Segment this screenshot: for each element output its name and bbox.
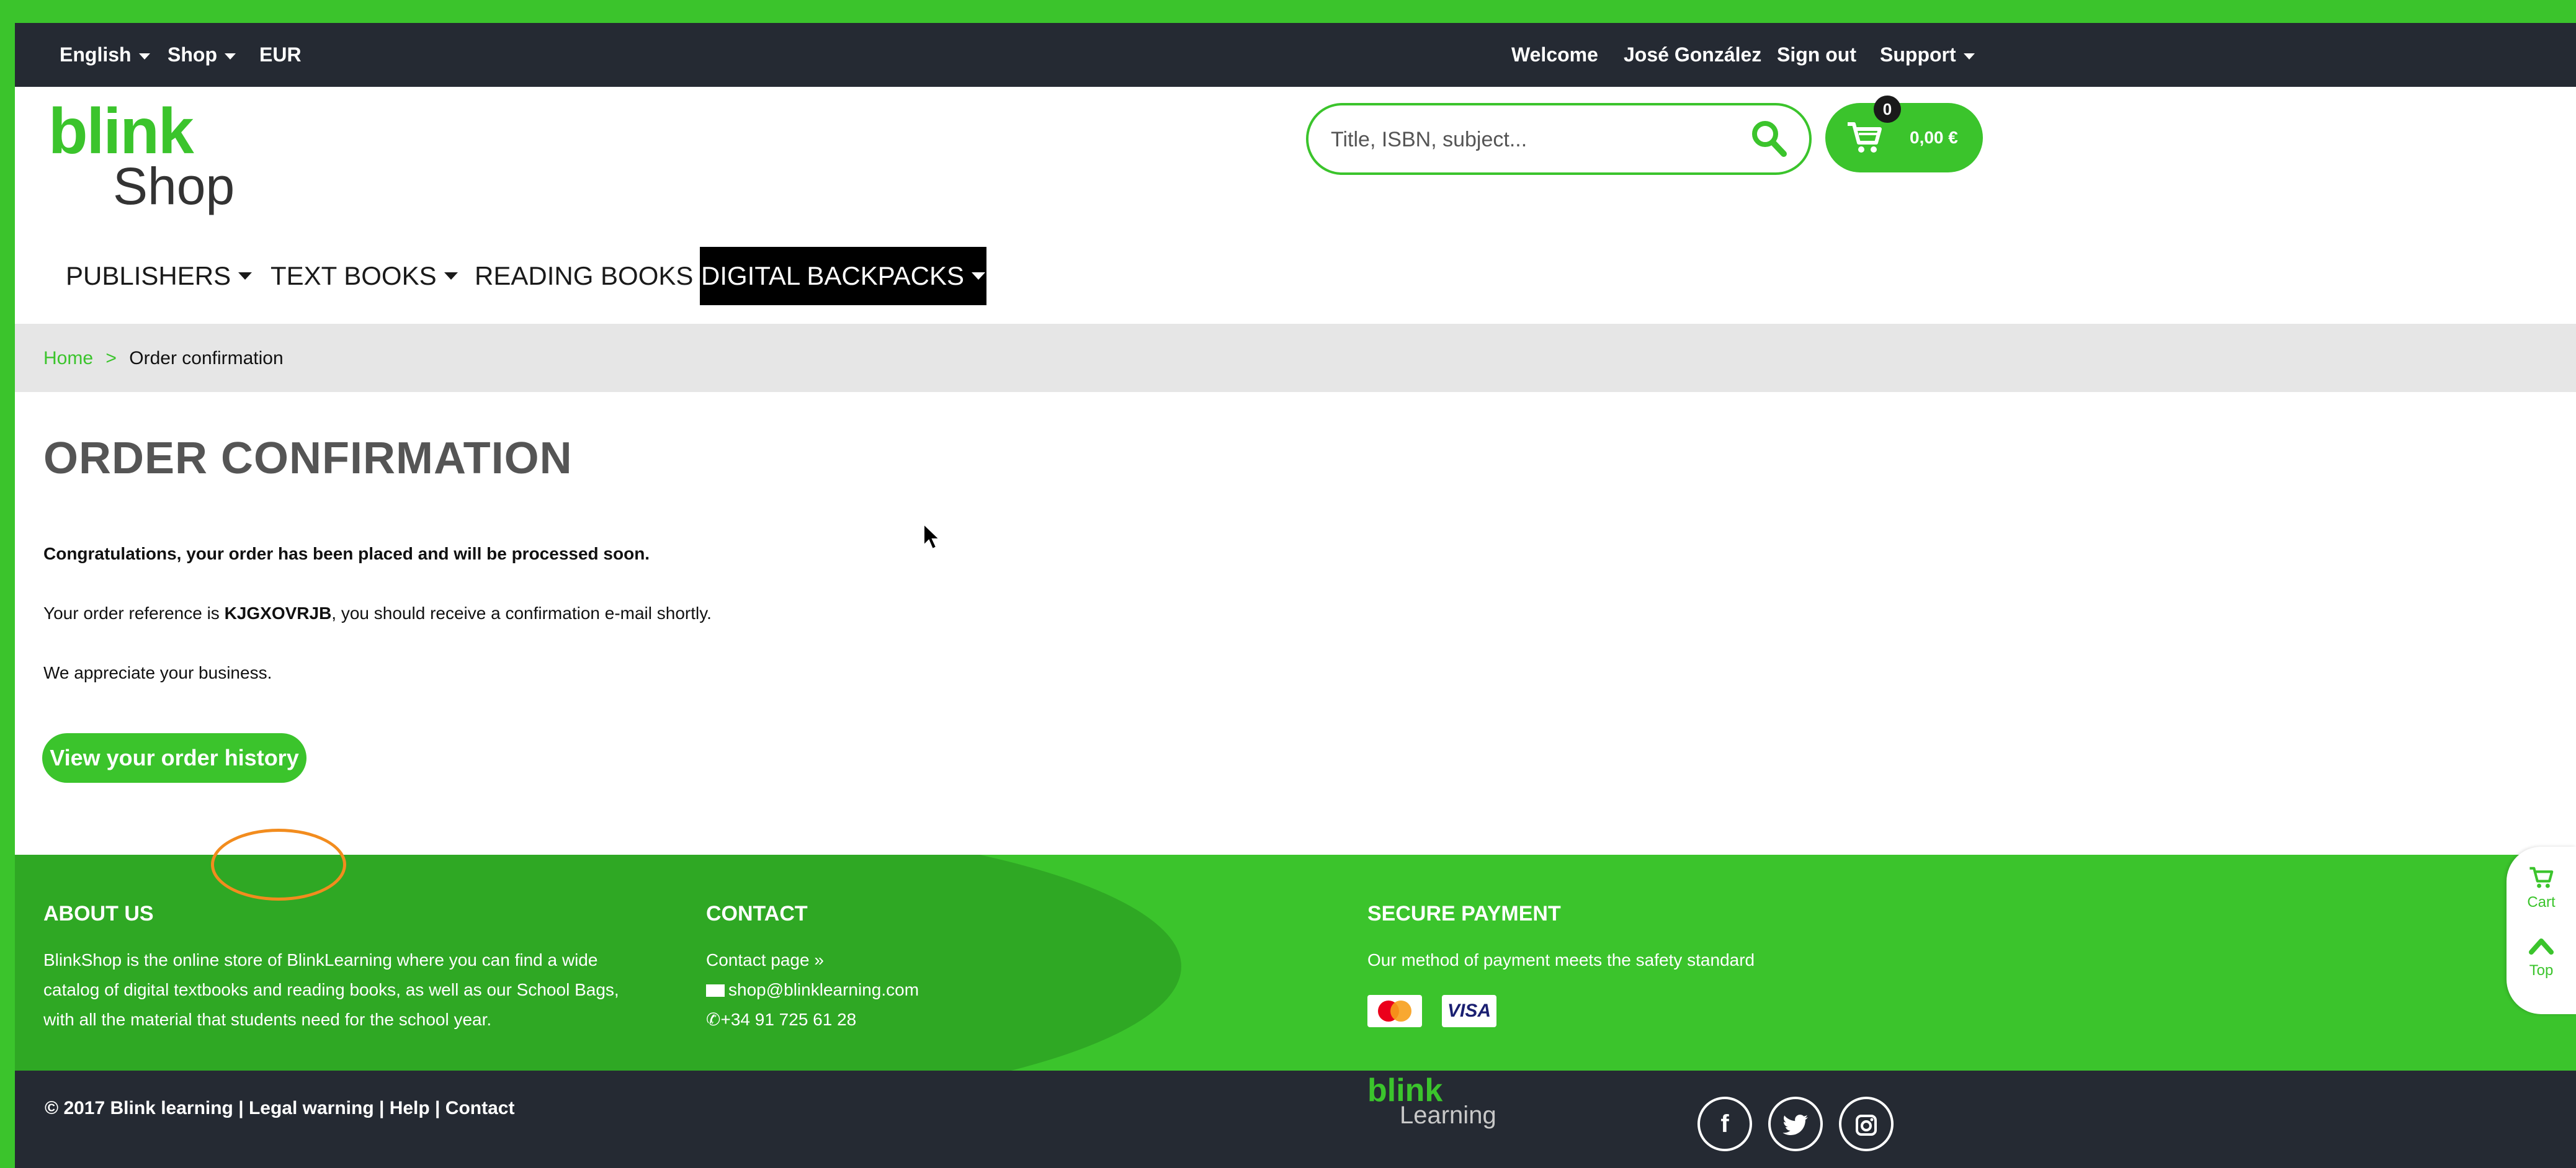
language-dropdown[interactable]: English [60, 23, 150, 87]
contact-phone-row: ✆+34 91 725 61 28 [706, 1005, 919, 1035]
caret-down-icon [138, 53, 150, 60]
nav-digital-backpacks[interactable]: DIGITAL BACKPACKS [700, 247, 986, 305]
language-label: English [60, 43, 132, 66]
footer: ABOUT US BlinkShop is the online store o… [15, 855, 2576, 1071]
appreciate-message: We appreciate your business. [43, 663, 272, 682]
contact-email-link[interactable]: shop@blinklearning.com [728, 980, 919, 999]
annotation-highlight-ellipse [211, 829, 346, 901]
search-box [1306, 103, 1812, 175]
contact-email-row: shop@blinklearning.com [706, 975, 919, 1005]
side-top-label: Top [2529, 962, 2554, 979]
nav-text-books[interactable]: TEXT BOOKS [271, 248, 458, 304]
side-cart-label: Cart [2527, 894, 2556, 911]
page-title: ORDER CONFIRMATION [43, 434, 573, 483]
search-input[interactable] [1330, 118, 1717, 161]
blink-learning-subtitle: Learning [1400, 1102, 1496, 1129]
about-us-text: BlinkShop is the online store of BlinkLe… [43, 945, 619, 1035]
contact-page-link[interactable]: Contact page » [706, 950, 824, 970]
caret-down-icon [238, 272, 253, 280]
order-reference-text: Your order reference is KJGXOVRJB, you s… [43, 604, 712, 623]
bottom-bar: © 2017 Blink learning | Legal warning | … [15, 1071, 2576, 1168]
visa-icon: VISA [1442, 995, 1496, 1027]
breadcrumb: Home > Order confirmation [15, 324, 2576, 392]
caret-down-icon [972, 272, 985, 280]
secure-payment-heading: SECURE PAYMENT [1367, 902, 1561, 925]
nav-digital-backpacks-label: DIGITAL BACKPACKS [701, 261, 964, 290]
back-to-top-button[interactable]: Top [2507, 934, 2576, 1002]
cart-icon [2529, 867, 2554, 888]
view-order-history-button[interactable]: View your order history [42, 733, 306, 783]
breadcrumb-separator: > [105, 348, 117, 369]
support-label: Support [1880, 43, 1956, 66]
about-line: BlinkShop is the online store of BlinkLe… [43, 950, 598, 970]
facebook-icon[interactable]: f [1697, 1097, 1752, 1151]
cart-count-badge: 0 [1874, 96, 1901, 123]
reference-prefix: Your order reference is [43, 604, 225, 623]
floating-side-widget: Cart Top [2507, 847, 2576, 1014]
about-us-heading: ABOUT US [43, 902, 154, 925]
nav-publishers-label: PUBLISHERS [66, 261, 231, 290]
currency-selector[interactable]: EUR [259, 23, 302, 87]
about-line: catalog of digital textbooks and reading… [43, 980, 619, 999]
cart-total: 0,00 € [1910, 128, 1958, 147]
shop-label: Shop [168, 43, 217, 66]
copyright-links[interactable]: © 2017 Blink learning | Legal warning | … [45, 1098, 514, 1119]
mouse-cursor-icon [923, 522, 941, 555]
side-cart-button[interactable]: Cart [2507, 865, 2576, 927]
instagram-icon[interactable] [1839, 1097, 1894, 1151]
user-name-link[interactable]: José González [1624, 23, 1761, 87]
caret-down-icon [1963, 53, 1975, 60]
cart-icon [1848, 122, 1882, 153]
nav-reading-books-label: READING BOOKS [475, 261, 694, 290]
phone-icon: ✆ [706, 1010, 721, 1029]
reference-suffix: , you should receive a confirmation e-ma… [331, 604, 712, 623]
order-reference-code: KJGXOVRJB [224, 604, 332, 623]
contact-block: Contact page » shop@blinklearning.com ✆+… [706, 945, 919, 1035]
contact-heading: CONTACT [706, 902, 808, 925]
blink-logo[interactable]: blink [48, 99, 194, 164]
about-line: with all the material that students need… [43, 1010, 492, 1029]
nav-reading-books[interactable]: READING BOOKS [475, 248, 715, 304]
shop-logo-subtitle: Shop [113, 157, 235, 215]
twitter-icon[interactable] [1768, 1097, 1823, 1151]
support-dropdown[interactable]: Support [1880, 23, 1975, 87]
frame-top-border [0, 0, 2576, 23]
congrats-message: Congratulations, your order has been pla… [43, 544, 650, 563]
breadcrumb-home-link[interactable]: Home [43, 348, 93, 368]
frame-left-border [0, 0, 15, 1168]
welcome-text: Welcome [1511, 43, 1598, 66]
mastercard-icon [1367, 995, 1422, 1027]
caret-down-icon [444, 272, 458, 280]
nav-publishers[interactable]: PUBLISHERS [66, 248, 253, 304]
top-bar: English Shop EUR Welcome José González S… [15, 23, 2576, 87]
breadcrumb-current: Order confirmation [129, 348, 284, 369]
caret-down-icon [224, 53, 236, 60]
search-icon[interactable] [1750, 119, 1787, 159]
cart-button[interactable]: 0,00 € [1825, 103, 1983, 172]
payment-text: Our method of payment meets the safety s… [1367, 950, 1755, 970]
chevron-up-icon [2529, 938, 2554, 955]
nav-text-books-label: TEXT BOOKS [271, 261, 437, 290]
shop-dropdown[interactable]: Shop [168, 23, 236, 87]
mail-icon [706, 984, 725, 997]
contact-phone: +34 91 725 61 28 [720, 1010, 857, 1029]
sign-out-link[interactable]: Sign out [1777, 23, 1856, 87]
